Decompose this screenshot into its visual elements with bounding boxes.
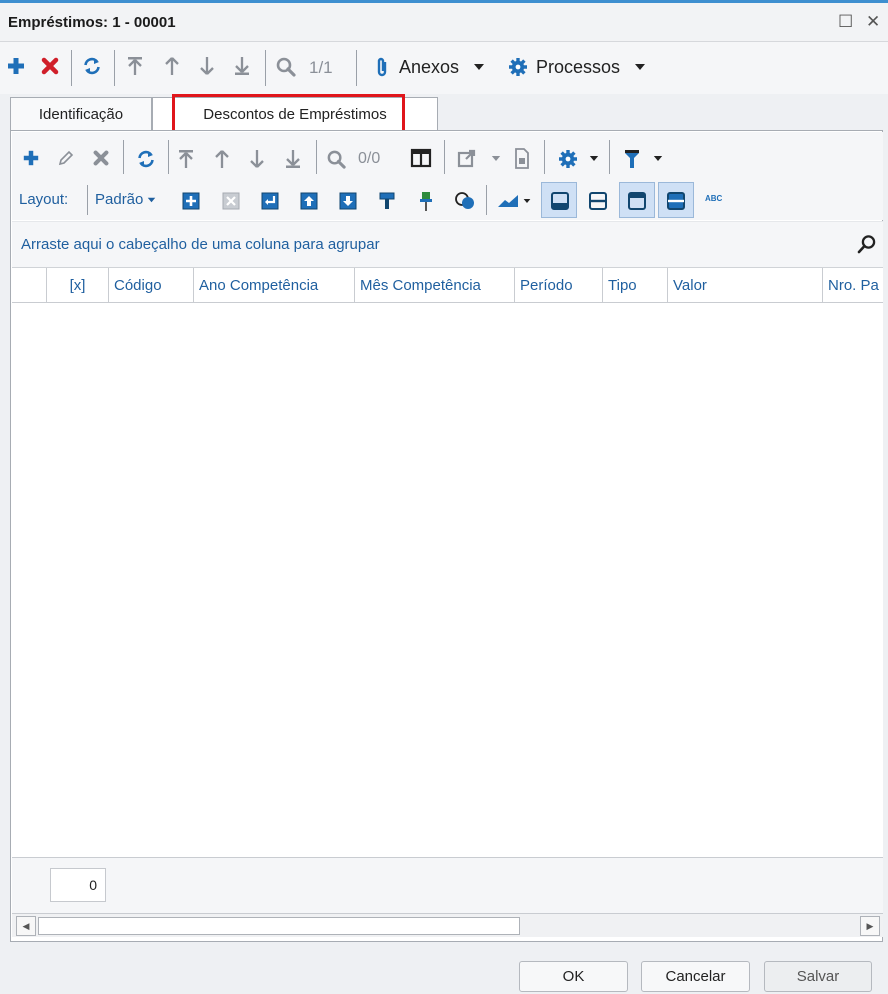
row-count: 0 bbox=[50, 868, 106, 902]
pin-icon[interactable] bbox=[418, 190, 434, 212]
export-icon[interactable] bbox=[457, 149, 477, 169]
header-panel-icon[interactable] bbox=[627, 191, 647, 211]
next-record-icon[interactable] bbox=[199, 55, 215, 77]
tab-highlight-box bbox=[172, 94, 405, 133]
tab-identificacao[interactable]: Identificação bbox=[10, 97, 152, 131]
add-icon[interactable] bbox=[22, 149, 40, 167]
enter-row-icon[interactable] bbox=[261, 192, 279, 210]
tab-label: Identificação bbox=[38, 106, 124, 123]
last-record-icon[interactable] bbox=[284, 148, 302, 170]
expand-group-icon[interactable] bbox=[182, 192, 200, 210]
color-fill-icon[interactable] bbox=[454, 191, 476, 211]
toolbar-separator bbox=[71, 50, 72, 86]
previous-record-icon[interactable] bbox=[214, 148, 230, 170]
toolbar-separator bbox=[609, 140, 610, 174]
paperclip-icon bbox=[375, 56, 389, 78]
column-header-nro-parcela[interactable]: Nro. Pa bbox=[822, 268, 883, 303]
rows-panel-icon[interactable] bbox=[666, 191, 686, 211]
toolbar-separator bbox=[114, 50, 115, 86]
chevron-down-icon bbox=[473, 63, 485, 71]
search-icon[interactable] bbox=[275, 56, 297, 78]
move-up-icon[interactable] bbox=[300, 192, 318, 210]
restore-button[interactable]: ☐ bbox=[838, 12, 853, 32]
toolbar-separator bbox=[123, 140, 124, 174]
layout-label: Layout: bbox=[19, 191, 69, 208]
record-counter: 1/1 bbox=[309, 58, 333, 77]
save-button[interactable]: Salvar bbox=[764, 961, 872, 992]
filter-icon[interactable] bbox=[623, 148, 641, 170]
grid-footer: 0 bbox=[12, 857, 883, 913]
refresh-icon[interactable] bbox=[136, 149, 156, 169]
column-header-periodo[interactable]: Período bbox=[514, 268, 602, 303]
toolbar-separator bbox=[444, 140, 445, 174]
refresh-icon[interactable] bbox=[82, 56, 102, 76]
tab-panel: 0/0 Layout: Padrão ABC Arraste aqui o ca… bbox=[10, 130, 883, 942]
layout-value: Padrão bbox=[95, 191, 144, 208]
anexos-menu[interactable]: Anexos bbox=[375, 53, 485, 81]
chevron-down-icon bbox=[634, 63, 646, 71]
format-painter-icon[interactable] bbox=[378, 191, 396, 211]
delete-record-icon[interactable] bbox=[40, 56, 60, 76]
search-icon[interactable] bbox=[857, 234, 877, 254]
delete-icon[interactable] bbox=[92, 149, 110, 167]
previous-record-icon[interactable] bbox=[164, 55, 180, 77]
split-panel-icon[interactable] bbox=[588, 191, 608, 211]
close-button[interactable]: ✕ bbox=[866, 12, 880, 32]
main-toolbar: 1/1 Anexos Processos bbox=[0, 42, 888, 94]
chevron-down-icon bbox=[147, 197, 156, 203]
scroll-left-icon[interactable]: ◀ bbox=[16, 916, 36, 936]
column-header-select[interactable]: [x] bbox=[46, 268, 108, 303]
first-record-icon[interactable] bbox=[177, 148, 195, 170]
columns-icon[interactable] bbox=[410, 148, 432, 168]
first-record-icon[interactable] bbox=[126, 55, 144, 77]
chevron-down-icon[interactable] bbox=[523, 198, 531, 204]
scrollbar-thumb[interactable] bbox=[38, 917, 520, 935]
window-title: Empréstimos: 1 - 00001 bbox=[8, 14, 176, 31]
gear-icon bbox=[508, 57, 528, 77]
window-title-bar: Empréstimos: 1 - 00001 ☐ ✕ bbox=[0, 0, 888, 42]
search-icon[interactable] bbox=[326, 149, 347, 170]
processos-label: Processos bbox=[536, 56, 621, 77]
group-by-hint: Arraste aqui o cabeçalho de uma coluna p… bbox=[21, 236, 380, 253]
toolbar-separator bbox=[486, 185, 487, 215]
column-header-mes-competencia[interactable]: Mês Competência bbox=[354, 268, 514, 303]
column-header-ano-competencia[interactable]: Ano Competência bbox=[193, 268, 354, 303]
toolbar-separator bbox=[316, 140, 317, 174]
collapse-group-icon[interactable] bbox=[222, 192, 240, 210]
group-by-area[interactable]: Arraste aqui o cabeçalho de uma coluna p… bbox=[12, 221, 883, 267]
toolbar-separator bbox=[87, 185, 88, 215]
processos-menu[interactable]: Processos bbox=[508, 53, 646, 81]
ok-button[interactable]: OK bbox=[519, 961, 628, 992]
report-icon[interactable] bbox=[514, 148, 530, 169]
last-record-icon[interactable] bbox=[233, 55, 251, 77]
layout-select[interactable]: Padrão bbox=[95, 191, 156, 208]
chart-icon[interactable] bbox=[497, 194, 519, 208]
column-header-valor[interactable]: Valor bbox=[667, 268, 822, 303]
grid-body[interactable] bbox=[12, 303, 883, 857]
chevron-down-icon[interactable] bbox=[491, 155, 501, 162]
toolbar-separator bbox=[168, 140, 169, 174]
add-record-icon[interactable] bbox=[6, 56, 26, 76]
grid-header: [x] Código Ano Competência Mês Competênc… bbox=[12, 267, 883, 303]
chevron-down-icon[interactable] bbox=[653, 155, 663, 162]
column-header-tipo[interactable]: Tipo bbox=[602, 268, 667, 303]
column-header-codigo[interactable]: Código bbox=[108, 268, 193, 303]
anexos-label: Anexos bbox=[399, 56, 460, 77]
footer-panel-icon[interactable] bbox=[550, 191, 570, 211]
toolbar-separator bbox=[544, 140, 545, 174]
abc-spellcheck-icon[interactable]: ABC bbox=[705, 194, 722, 203]
next-record-icon[interactable] bbox=[249, 148, 265, 170]
edit-icon[interactable] bbox=[57, 149, 75, 167]
horizontal-scrollbar[interactable]: ◀ ▶ bbox=[12, 913, 883, 937]
chevron-down-icon[interactable] bbox=[589, 155, 599, 162]
grid-record-counter: 0/0 bbox=[358, 150, 381, 167]
settings-gear-icon[interactable] bbox=[558, 149, 578, 169]
toolbar-separator bbox=[356, 50, 357, 86]
toolbar-separator bbox=[265, 50, 266, 86]
move-down-icon[interactable] bbox=[339, 192, 357, 210]
scroll-right-icon[interactable]: ▶ bbox=[860, 916, 880, 936]
cancel-button[interactable]: Cancelar bbox=[641, 961, 750, 992]
grid-toolbar: 0/0 Layout: Padrão ABC bbox=[12, 132, 883, 220]
